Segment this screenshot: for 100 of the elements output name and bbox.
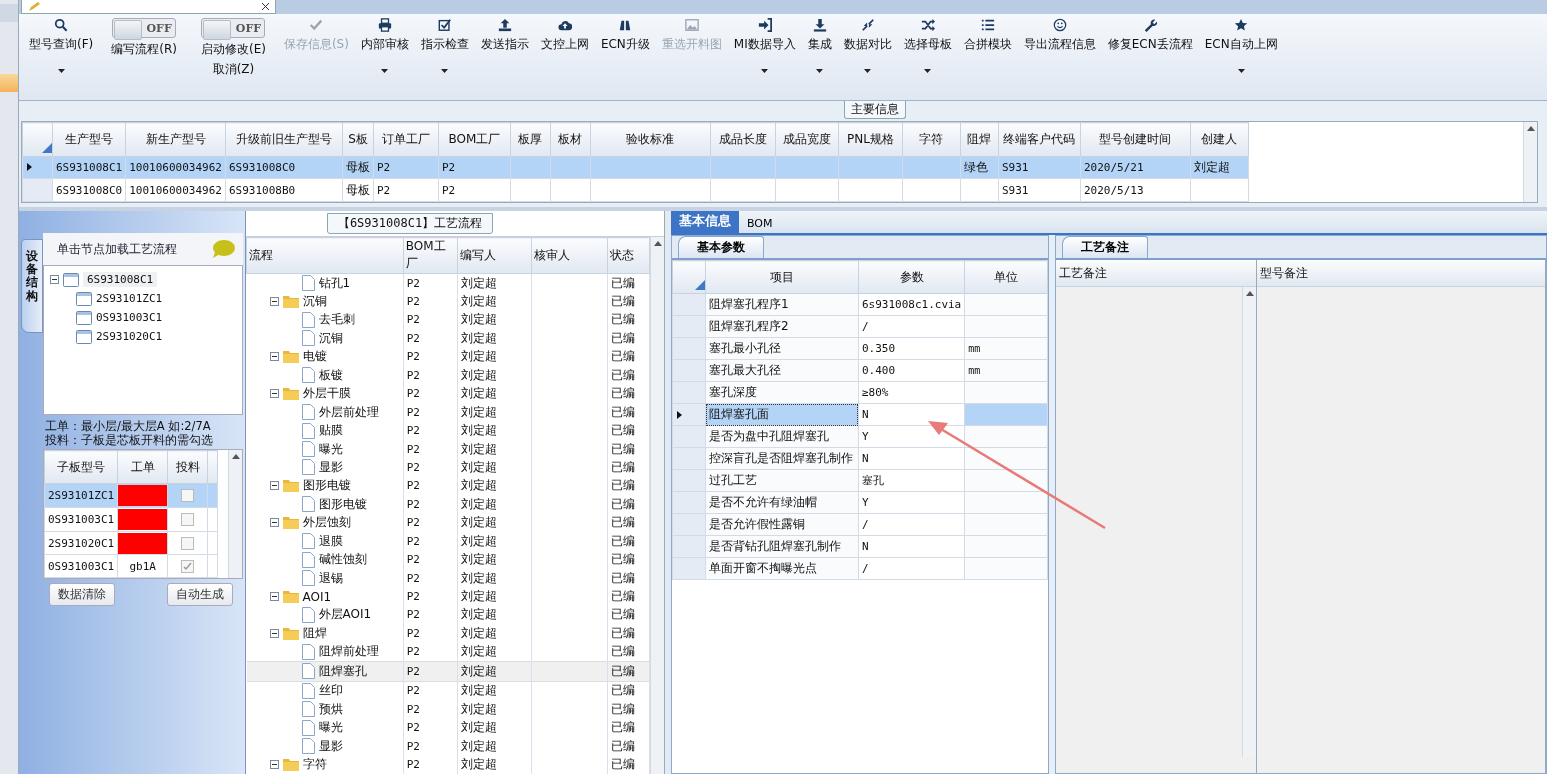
- flow-row[interactable]: 显影: [246, 736, 404, 756]
- tab[interactable]: 基本信息: [671, 209, 739, 233]
- action-button[interactable]: 自动生成: [167, 583, 233, 606]
- toolbar-button[interactable]: 内部审核: [354, 14, 415, 73]
- flow-row[interactable]: 退锡: [246, 568, 404, 588]
- column-header[interactable]: 终端客户代码: [998, 122, 1081, 157]
- flow-row[interactable]: 图形电镀: [246, 476, 404, 496]
- tree-node[interactable]: 6S931008C1: [50, 270, 236, 289]
- column-header[interactable]: BOM工厂: [403, 237, 458, 274]
- tree-node[interactable]: 2S93101ZC1: [50, 289, 236, 308]
- flow-row[interactable]: 钻孔1: [246, 273, 404, 293]
- flow-row[interactable]: 丝印: [246, 681, 404, 700]
- flow-row[interactable]: 阻焊塞孔: [246, 661, 404, 682]
- toolbar-button[interactable]: 数据对比: [837, 14, 898, 73]
- toolbar-button[interactable]: 发送指示: [474, 14, 535, 53]
- flow-row[interactable]: 外层前处理: [246, 402, 404, 422]
- flow-row[interactable]: 板镀: [246, 366, 404, 385]
- column-header[interactable]: 成品宽度: [775, 122, 839, 157]
- toolbar-button[interactable]: 合拼模块: [957, 14, 1018, 53]
- collapse-icon[interactable]: [269, 518, 279, 528]
- column-header[interactable]: 板材: [550, 122, 591, 157]
- flow-row[interactable]: 预烘: [246, 700, 404, 719]
- collapse-icon[interactable]: [269, 628, 279, 638]
- checkbox[interactable]: [181, 536, 195, 550]
- row-header[interactable]: [22, 156, 53, 179]
- flow-row[interactable]: 曝光: [246, 718, 404, 737]
- flow-row[interactable]: 去毛刺: [246, 310, 404, 330]
- work-order-fill[interactable]: [118, 532, 168, 554]
- column-header[interactable]: PNL规格: [838, 122, 903, 157]
- column-header[interactable]: 编写人: [457, 237, 532, 274]
- action-button[interactable]: 数据清除: [49, 583, 115, 606]
- collapse-icon[interactable]: [50, 275, 59, 284]
- tree-node[interactable]: 0S931003C1: [50, 308, 236, 327]
- checkbox[interactable]: [181, 512, 195, 526]
- collapse-icon[interactable]: [269, 481, 279, 491]
- tab[interactable]: BOM: [739, 214, 781, 233]
- column-header[interactable]: 子板型号: [44, 450, 118, 484]
- toolbar-button[interactable]: 集成: [801, 14, 838, 73]
- close-icon[interactable]: [262, 3, 269, 10]
- collapse-icon[interactable]: [269, 352, 279, 362]
- flow-row[interactable]: 显影: [246, 458, 404, 477]
- column-header[interactable]: 板厚: [510, 122, 551, 157]
- column-header[interactable]: 型号创建时间: [1080, 122, 1191, 157]
- column-header[interactable]: 项目: [705, 260, 859, 294]
- scrollbar[interactable]: [650, 237, 664, 774]
- toggle-switch[interactable]: OFF: [201, 18, 266, 38]
- tree-node[interactable]: 2S931020C1: [50, 327, 236, 346]
- toolbar-button[interactable]: 导出流程信息: [1017, 14, 1102, 53]
- column-header[interactable]: 升级前旧生产型号: [225, 122, 343, 157]
- scroll-up-icon[interactable]: [1526, 126, 1535, 131]
- column-header[interactable]: 流程: [246, 237, 404, 274]
- flow-row[interactable]: 沉铜: [246, 292, 404, 311]
- column-header[interactable]: 型号备注: [1257, 260, 1545, 287]
- column-header[interactable]: 成品长度: [710, 122, 776, 157]
- flow-row[interactable]: 外层蚀刻: [246, 513, 404, 532]
- toolbar-button[interactable]: 型号查询(F): [23, 14, 100, 73]
- toolbar-button[interactable]: 文控上网: [534, 14, 595, 53]
- table-cell[interactable]: 0S931003C1: [44, 554, 118, 578]
- scrollbar[interactable]: [228, 450, 242, 578]
- column-header[interactable]: BOM工厂: [438, 122, 511, 157]
- table-cell[interactable]: 2S931020C1: [44, 531, 118, 555]
- flow-row[interactable]: 外层干膜: [246, 384, 404, 403]
- row-header[interactable]: [672, 403, 706, 426]
- column-header[interactable]: 阻焊: [960, 122, 999, 157]
- flow-row[interactable]: 贴膜: [246, 421, 404, 440]
- work-order-fill[interactable]: [118, 508, 168, 530]
- flow-row[interactable]: 外层AOI1: [246, 605, 404, 625]
- flow-row[interactable]: 退膜: [246, 532, 404, 551]
- scroll-up-icon[interactable]: [1245, 291, 1254, 296]
- toolbar-button[interactable]: ECN升级: [594, 14, 656, 53]
- toolbar-button[interactable]: 选择母板: [897, 14, 958, 73]
- flow-row[interactable]: 图形电镀: [246, 495, 404, 514]
- column-header[interactable]: 创建人: [1190, 122, 1249, 157]
- table-cell[interactable]: 0S931003C1: [44, 507, 118, 532]
- column-header[interactable]: 工艺备注: [1056, 260, 1256, 287]
- flow-row[interactable]: 曝光: [246, 439, 404, 459]
- column-header[interactable]: 核审人: [531, 237, 608, 274]
- side-item[interactable]: [0, 74, 18, 92]
- scrollbar[interactable]: [1242, 287, 1256, 757]
- column-header[interactable]: 新生产型号: [125, 122, 226, 157]
- flow-row[interactable]: 沉铜: [246, 329, 404, 348]
- column-header[interactable]: 投料: [167, 450, 208, 484]
- column-header[interactable]: 字符: [902, 122, 961, 157]
- column-header[interactable]: 状态: [607, 237, 650, 274]
- scroll-up-icon[interactable]: [231, 454, 240, 459]
- flow-row[interactable]: 碱性蚀刻: [246, 550, 404, 569]
- toolbar-button[interactable]: 修复ECN丢流程: [1101, 14, 1199, 53]
- flow-row[interactable]: 字符: [246, 755, 404, 774]
- column-header[interactable]: 订单工厂: [373, 122, 439, 157]
- work-order-fill[interactable]: [118, 485, 168, 507]
- flow-row[interactable]: 阻焊: [246, 624, 404, 643]
- column-header[interactable]: 生产型号: [52, 122, 126, 157]
- collapse-icon[interactable]: [269, 592, 279, 602]
- column-header[interactable]: 参数: [858, 260, 965, 294]
- toolbar-button[interactable]: ECN自动上网: [1198, 14, 1284, 73]
- checkbox[interactable]: [181, 559, 195, 573]
- collapse-icon[interactable]: [269, 760, 279, 770]
- scroll-up-icon[interactable]: [653, 241, 662, 246]
- toggle-switch[interactable]: OFF: [112, 18, 177, 38]
- collapse-icon[interactable]: [269, 297, 279, 307]
